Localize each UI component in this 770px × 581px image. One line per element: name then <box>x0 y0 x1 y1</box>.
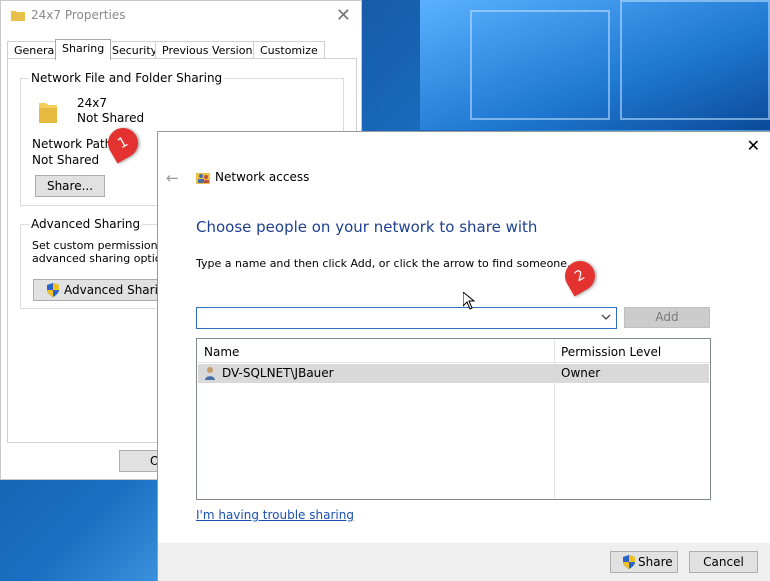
annotation-badge-1-text: 1 <box>115 133 131 153</box>
folder-icon <box>11 11 25 21</box>
user-icon <box>205 367 215 380</box>
back-arrow-icon[interactable]: ← <box>166 169 179 187</box>
network-path-value: Not Shared <box>32 153 100 167</box>
shield-icon <box>47 283 59 297</box>
dialog-title: Network access <box>215 170 310 184</box>
share-confirm-button[interactable]: Share <box>610 551 678 573</box>
folder-status: Not Shared <box>77 111 145 125</box>
table-row[interactable]: DV-SQLNET\JBauer Owner <box>198 364 709 383</box>
chevron-down-icon[interactable] <box>600 311 612 323</box>
name-input[interactable] <box>197 308 592 328</box>
column-name-header[interactable]: Name <box>204 345 239 359</box>
advanced-sharing-button[interactable]: Advanced Sharing... <box>33 279 185 301</box>
folder-icon <box>39 103 57 123</box>
annotation-badge-2-text: 2 <box>572 266 588 286</box>
list-header: Name Permission Level <box>197 339 710 363</box>
desktop-window-pane <box>620 0 770 120</box>
tab-previous-versions[interactable]: Previous Versions <box>155 41 266 59</box>
row-permission[interactable]: Owner <box>561 366 600 380</box>
properties-close-button[interactable]: ✕ <box>336 5 351 26</box>
network-access-dialog: ✕ ← Network access Choose people on your… <box>157 131 770 581</box>
tab-sharing[interactable]: Sharing <box>55 39 112 60</box>
share-button[interactable]: Share... <box>35 175 105 197</box>
add-button[interactable]: Add <box>624 307 710 328</box>
properties-title: 24x7 Properties <box>31 8 126 22</box>
dialog-heading: Choose people on your network to share w… <box>196 218 538 236</box>
network-people-icon <box>196 173 210 184</box>
dialog-footer: Share Cancel <box>158 543 770 581</box>
properties-titlebar: 24x7 Properties ✕ <box>1 1 361 31</box>
column-permission-header[interactable]: Permission Level <box>561 345 661 359</box>
people-list: Name Permission Level DV-SQLNET\JBauer O… <box>196 338 711 500</box>
close-icon[interactable]: ✕ <box>747 136 760 155</box>
desktop-window-pane <box>470 10 610 120</box>
network-sharing-group-label: Network File and Folder Sharing <box>29 71 225 85</box>
cancel-button[interactable]: Cancel <box>689 551 758 573</box>
share-confirm-label: Share <box>638 555 673 569</box>
advanced-sharing-group-label: Advanced Sharing <box>29 217 143 231</box>
dialog-instruction: Type a name and then click Add, or click… <box>196 257 571 270</box>
column-separator <box>554 339 555 499</box>
shield-icon <box>623 555 635 569</box>
advanced-sharing-desc-2: advanced sharing options. <box>32 252 178 265</box>
row-user-name: DV-SQLNET\JBauer <box>222 366 334 380</box>
mouse-cursor-icon <box>463 292 475 310</box>
trouble-sharing-link[interactable]: I'm having trouble sharing <box>196 508 354 522</box>
folder-name: 24x7 <box>77 96 108 110</box>
tab-customize[interactable]: Customize <box>253 41 325 59</box>
name-combobox[interactable] <box>196 307 617 329</box>
network-path-label: Network Path: <box>32 137 117 151</box>
